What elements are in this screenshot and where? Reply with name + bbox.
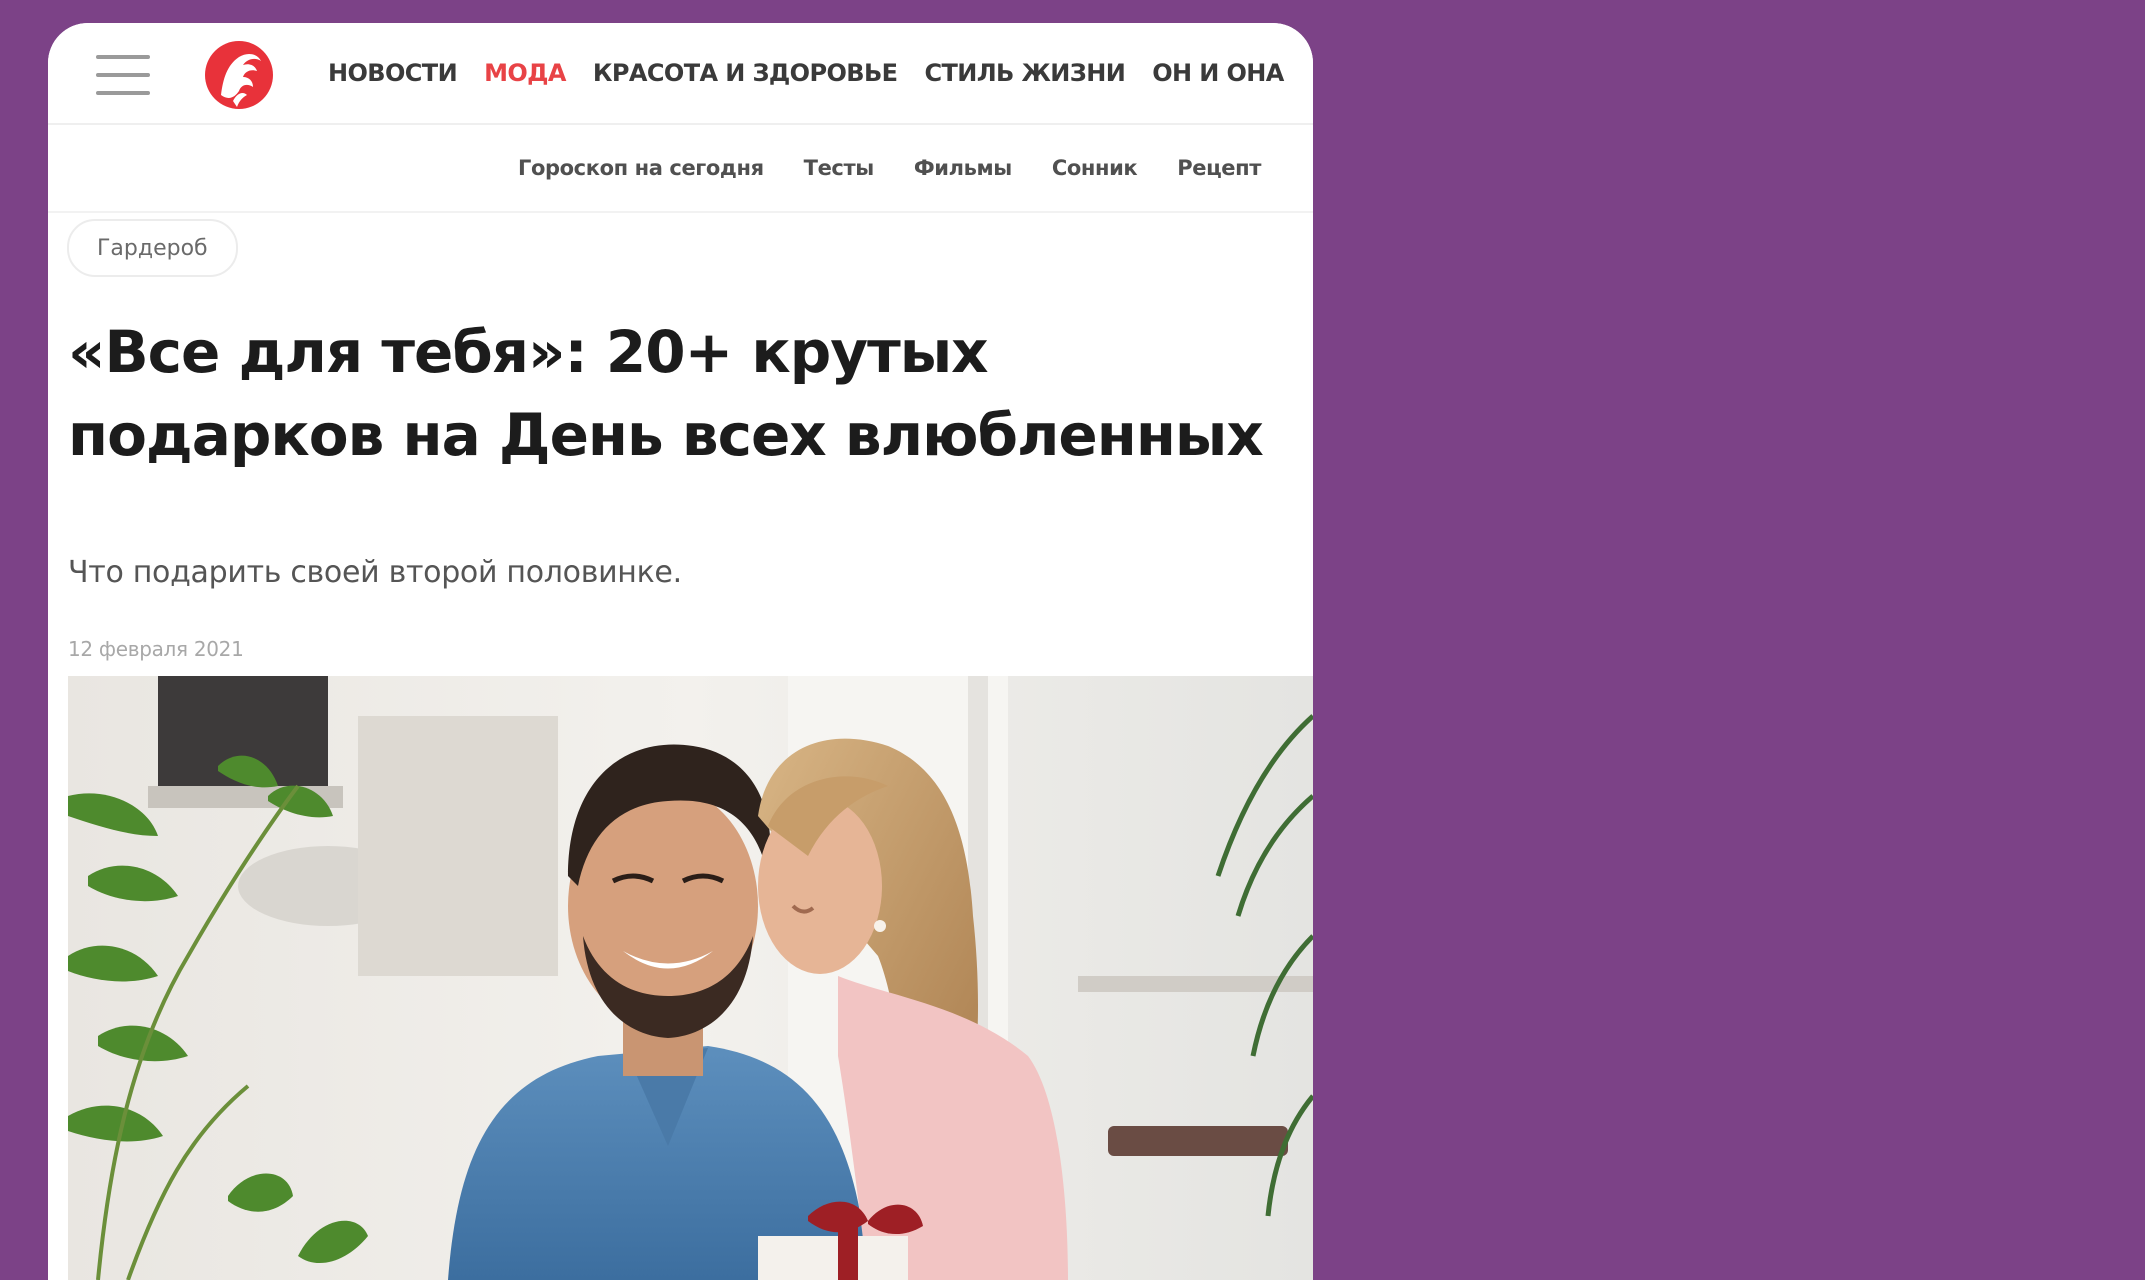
- category-tag[interactable]: Гардероб: [67, 219, 238, 277]
- publish-date: 12 февраля 2021: [68, 637, 244, 661]
- subnav-item-tests[interactable]: Тесты: [804, 156, 875, 180]
- article-lead: Что подарить своей второй половинке.: [68, 555, 682, 590]
- woman-profile-logo-icon[interactable]: [203, 35, 275, 111]
- article-title: «Все для тебя»: 20+ крутых подарков на Д…: [68, 318, 1264, 469]
- nav-item-fashion[interactable]: МОДА: [484, 59, 566, 87]
- nav-item-beauty-health[interactable]: КРАСОТА И ЗДОРОВЬЕ: [593, 59, 898, 87]
- nav-item-lifestyle[interactable]: СТИЛЬ ЖИЗНИ: [924, 59, 1125, 87]
- subnav-item-films[interactable]: Фильмы: [914, 156, 1012, 180]
- hero-image: [68, 676, 1313, 1280]
- secondary-navigation: Гороскоп на сегодня Тесты Фильмы Сонник …: [518, 125, 1301, 211]
- nav-item-news[interactable]: НОВОСТИ: [328, 59, 458, 87]
- main-navigation: НОВОСТИ МОДА КРАСОТА И ЗДОРОВЬЕ СТИЛЬ ЖИ…: [328, 23, 1311, 123]
- hamburger-menu-icon[interactable]: [96, 55, 150, 95]
- subnav-divider: [48, 211, 1313, 213]
- subnav-item-dream-book[interactable]: Сонник: [1052, 156, 1138, 180]
- site-header: НОВОСТИ МОДА КРАСОТА И ЗДОРОВЬЕ СТИЛЬ ЖИ…: [48, 23, 1313, 123]
- article-page-card: НОВОСТИ МОДА КРАСОТА И ЗДОРОВЬЕ СТИЛЬ ЖИ…: [48, 23, 1313, 1280]
- nav-item-he-and-she[interactable]: ОН И ОНА: [1152, 59, 1284, 87]
- subnav-item-recipes[interactable]: Рецепт: [1177, 156, 1261, 180]
- subnav-item-horoscope[interactable]: Гороскоп на сегодня: [518, 156, 764, 180]
